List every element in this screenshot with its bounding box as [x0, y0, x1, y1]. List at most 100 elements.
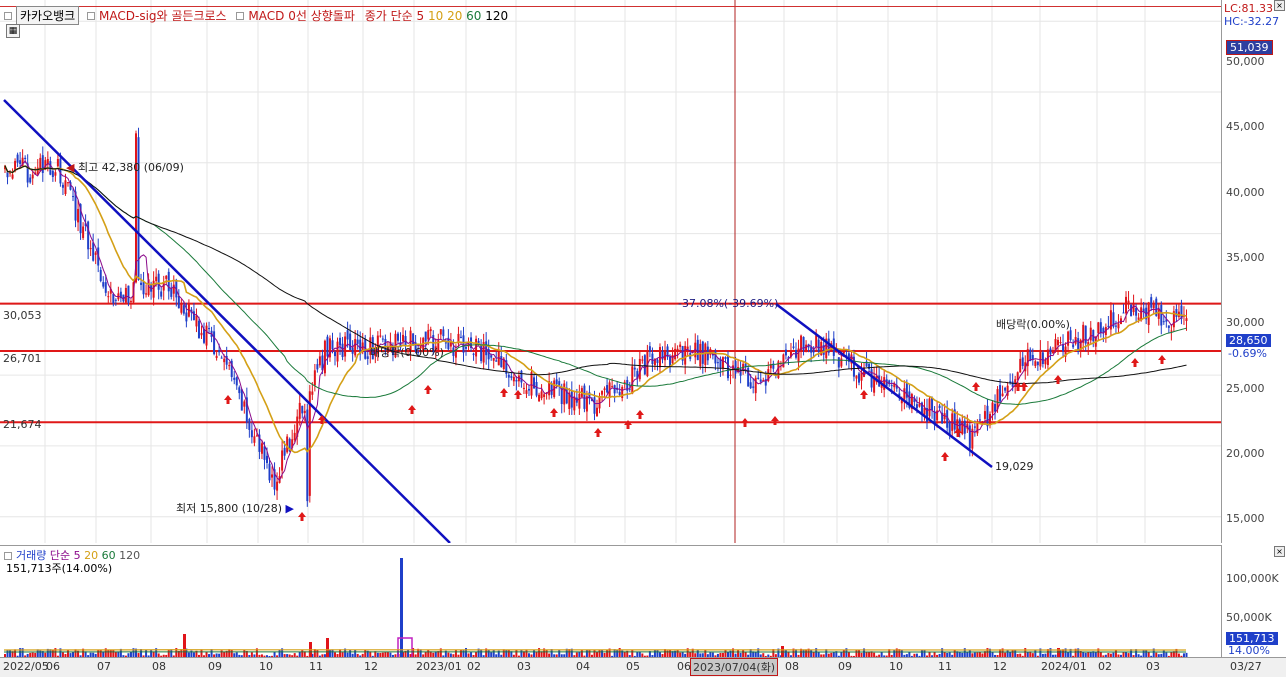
- legend-box-icon: [4, 12, 12, 20]
- candle-body: [840, 358, 843, 367]
- candle-body: [1039, 349, 1042, 367]
- candle-body: [213, 331, 216, 355]
- candle-body: [1036, 361, 1039, 366]
- date-tick: 08: [152, 660, 166, 673]
- candle-body: [1054, 339, 1057, 350]
- volume-spike-bar: [183, 634, 186, 657]
- volume-chart-panel[interactable]: 거래량 단순 5 20 60 120 151,713주(14.00%): [0, 545, 1222, 657]
- volume-bar: [6, 649, 9, 657]
- date-tick: 02: [1098, 660, 1112, 673]
- candle-body: [1097, 322, 1100, 334]
- candle-body: [815, 335, 818, 347]
- candle-body: [326, 336, 329, 357]
- candle-body: [522, 387, 525, 389]
- candle-body: [379, 335, 382, 337]
- date-tick: 2022/05: [3, 660, 49, 673]
- candle-body: [606, 385, 609, 393]
- volume-bar: [601, 650, 604, 657]
- volume-bar: [598, 649, 601, 657]
- candle-body: [633, 367, 636, 370]
- volume-bar: [167, 649, 170, 657]
- volume-box-pct: 14.00%: [1228, 644, 1270, 657]
- candle-body: [1072, 344, 1075, 348]
- candle-body: [651, 353, 654, 364]
- candle-body: [994, 403, 997, 412]
- candle-body: [792, 346, 795, 348]
- legend-ma-10: 10: [427, 9, 444, 23]
- volume-bar: [339, 649, 342, 657]
- volume-bar: [331, 649, 334, 657]
- volume-spike-bar: [1057, 648, 1060, 657]
- candle-body: [631, 366, 634, 394]
- candle-body: [991, 402, 994, 413]
- candle-body: [543, 394, 546, 397]
- grid-toggle-icon[interactable]: ▦: [6, 24, 20, 38]
- legend-ma-20: 20: [447, 9, 463, 23]
- candle-body: [351, 347, 354, 354]
- volume-axis[interactable]: 100,000K 50,000K 151,713 14.00%: [1222, 545, 1286, 657]
- candle-body: [578, 393, 581, 409]
- price-axis[interactable]: LC:81.33 HC:-32.27 51,039 50,000 45,000 …: [1222, 0, 1286, 543]
- candle-body: [492, 357, 495, 361]
- candle-body: [162, 282, 165, 291]
- signal-arrow-icon: [224, 395, 232, 404]
- volume-bar: [1114, 649, 1117, 657]
- high-annotation: ◀ 최고 42,380 (06/09): [66, 161, 184, 174]
- panel-close-icon[interactable]: ×: [1274, 0, 1285, 11]
- panel-close-icon[interactable]: ×: [1274, 546, 1285, 557]
- candle-body: [268, 463, 271, 481]
- candle-body: [124, 287, 127, 303]
- volume-bar: [810, 649, 813, 657]
- volume-bar: [66, 650, 69, 657]
- candle-body: [11, 174, 14, 179]
- candle-body: [323, 340, 326, 374]
- volume-bar: [316, 649, 319, 657]
- volume-bar: [1034, 650, 1037, 657]
- hc-value: HC:-32.27: [1224, 15, 1280, 28]
- candle-body: [1122, 312, 1125, 314]
- candle-body: [472, 353, 475, 355]
- candle-body: [308, 391, 311, 496]
- candle-body: [223, 358, 226, 363]
- price-chart-canvas[interactable]: [0, 0, 1222, 543]
- price-tick: 25,000: [1226, 382, 1265, 395]
- candle-body: [459, 336, 462, 338]
- date-tick: 02: [467, 660, 481, 673]
- signal-arrow-icon: [741, 418, 749, 427]
- current-change: -0.69%: [1228, 347, 1267, 360]
- candle-body: [412, 333, 415, 345]
- candle-body: [129, 301, 132, 303]
- candle-body: [16, 154, 19, 163]
- volume-chart-canvas[interactable]: [0, 546, 1222, 657]
- price-tick: 30,000: [1226, 316, 1265, 329]
- date-axis[interactable]: 2022/05 06 07 08 09 10 11 12 2023/01 02 …: [0, 657, 1286, 677]
- candle-body: [429, 329, 432, 332]
- candle-body: [92, 242, 95, 261]
- candle-body: [978, 419, 981, 421]
- candle-body: [205, 325, 208, 346]
- candle-body: [1132, 303, 1135, 313]
- candle-body: [402, 334, 405, 342]
- candle-body: [1150, 297, 1153, 308]
- volume-bar: [1145, 650, 1148, 657]
- candle-body: [303, 410, 306, 414]
- candle-body: [396, 333, 399, 341]
- date-cursor-label: 2023/07/04(화): [690, 658, 779, 676]
- hline-label-bottom: 21,674: [3, 418, 42, 431]
- candle-body: [19, 160, 22, 164]
- trendline-2: [775, 303, 993, 468]
- volume-bar: [364, 649, 367, 657]
- candle-body: [293, 432, 296, 441]
- volume-bar: [696, 649, 699, 657]
- signal-arrow-icon: [500, 388, 508, 397]
- candle-body: [334, 351, 337, 357]
- stock-name-tag[interactable]: 카카오뱅크: [16, 6, 80, 25]
- price-chart-panel[interactable]: 카카오뱅크 MACD-sig와 골든크로스 MACD 0선 상향돌파 종가 단순…: [0, 0, 1222, 543]
- candle-body: [1057, 339, 1060, 346]
- candle-body: [255, 435, 258, 437]
- candle-body: [366, 356, 369, 359]
- signal-arrow-icon: [860, 390, 868, 399]
- candle-body: [520, 370, 523, 383]
- price-top-box: 51,039: [1226, 40, 1273, 55]
- candle-body: [160, 291, 163, 297]
